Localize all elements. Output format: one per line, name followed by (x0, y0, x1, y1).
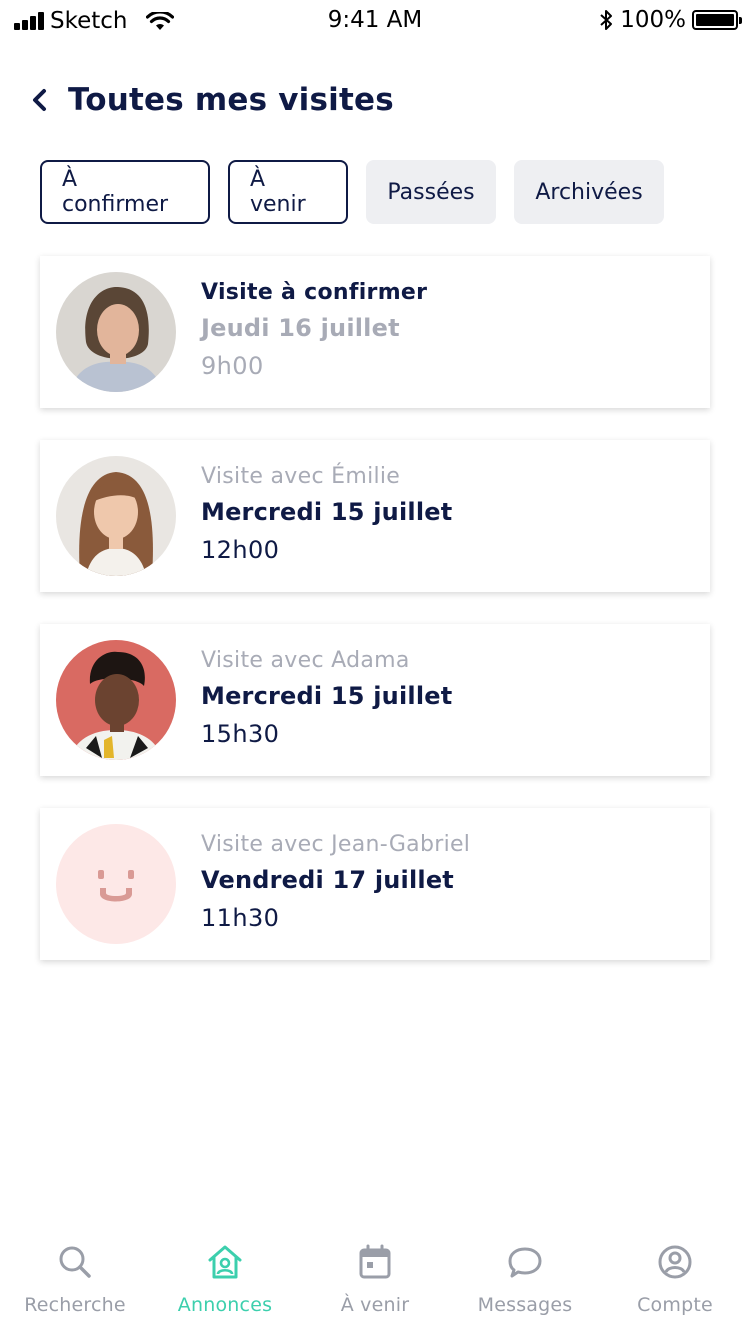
visit-date: Vendredi 17 juillet (201, 866, 454, 894)
visit-info: Visite avec Adama Mercredi 15 juillet 15… (201, 646, 452, 752)
young-woman-photo (56, 456, 176, 576)
visit-title: Visite avec Adama (201, 648, 410, 673)
header: Toutes mes visites (30, 80, 394, 120)
status-right: 100% (598, 7, 742, 33)
avatar (56, 272, 176, 392)
tab-a-venir[interactable]: À venir (228, 160, 348, 224)
visit-time: 15h30 (201, 720, 280, 748)
chevron-left-icon (33, 89, 46, 111)
visit-date: Jeudi 16 juillet (201, 314, 400, 342)
avatar (56, 456, 176, 576)
visit-card[interactable]: Visite avec Émilie Mercredi 15 juillet 1… (40, 440, 710, 592)
visit-time: 9h00 (201, 352, 264, 380)
nav-label: Annonces (177, 1294, 273, 1316)
nav-recherche[interactable]: Recherche (0, 1230, 150, 1334)
man-photo (56, 640, 176, 760)
tab-passees[interactable]: Passées (366, 160, 496, 224)
nav-label: Messages (477, 1294, 573, 1316)
visit-title: Visite à confirmer (201, 280, 428, 305)
nav-messages[interactable]: Messages (450, 1230, 600, 1334)
visit-time: 12h00 (201, 536, 280, 564)
nav-compte[interactable]: Compte (600, 1230, 750, 1334)
nav-annonces[interactable]: Annonces (150, 1230, 300, 1334)
visit-date: Mercredi 15 juillet (201, 498, 453, 526)
visit-card[interactable]: Visite à confirmer Jeudi 16 juillet 9h00 (40, 256, 710, 408)
woman-photo (56, 272, 176, 392)
nav-label: Recherche (24, 1294, 126, 1316)
nav-a-venir[interactable]: À venir (300, 1230, 450, 1334)
visit-info: Visite avec Émilie Mercredi 15 juillet 1… (201, 462, 452, 568)
account-icon (655, 1242, 695, 1282)
visit-card[interactable]: Visite avec Adama Mercredi 15 juillet 15… (40, 624, 710, 776)
status-bar: Sketch 9:41 AM 100% (0, 0, 750, 40)
search-icon (55, 1242, 95, 1282)
tab-archivees[interactable]: Archivées (514, 160, 664, 224)
visit-info: Visite avec Jean-Gabriel Vendredi 17 jui… (201, 830, 470, 936)
chat-icon (505, 1242, 545, 1282)
home-user-icon (205, 1242, 245, 1282)
placeholder-smiley-icon (56, 824, 176, 944)
visit-title: Visite avec Jean-Gabriel (201, 832, 471, 857)
calendar-icon (355, 1242, 395, 1282)
back-button[interactable] (30, 80, 60, 120)
visit-time: 11h30 (201, 904, 280, 932)
visit-title: Visite avec Émilie (201, 464, 401, 489)
visit-card[interactable]: Visite avec Jean-Gabriel Vendredi 17 jui… (40, 808, 710, 960)
visit-info: Visite à confirmer Jeudi 16 juillet 9h00 (201, 278, 427, 384)
avatar (56, 824, 176, 944)
bluetooth-icon (600, 10, 613, 30)
battery-percent: 100% (620, 7, 686, 33)
battery-icon (692, 10, 742, 30)
nav-label: À venir (340, 1294, 410, 1316)
visit-date: Mercredi 15 juillet (201, 682, 453, 710)
nav-label: Compte (637, 1294, 713, 1316)
avatar (56, 640, 176, 760)
page-title: Toutes mes visites (68, 82, 394, 118)
tab-a-confirmer[interactable]: À confirmer (40, 160, 210, 224)
visit-list: Visite à confirmer Jeudi 16 juillet 9h00… (40, 256, 710, 992)
filter-tabs: À confirmer À venir Passées Archivées (40, 160, 664, 224)
bottom-nav: Recherche Annonces À venir Messages Comp… (0, 1230, 750, 1334)
